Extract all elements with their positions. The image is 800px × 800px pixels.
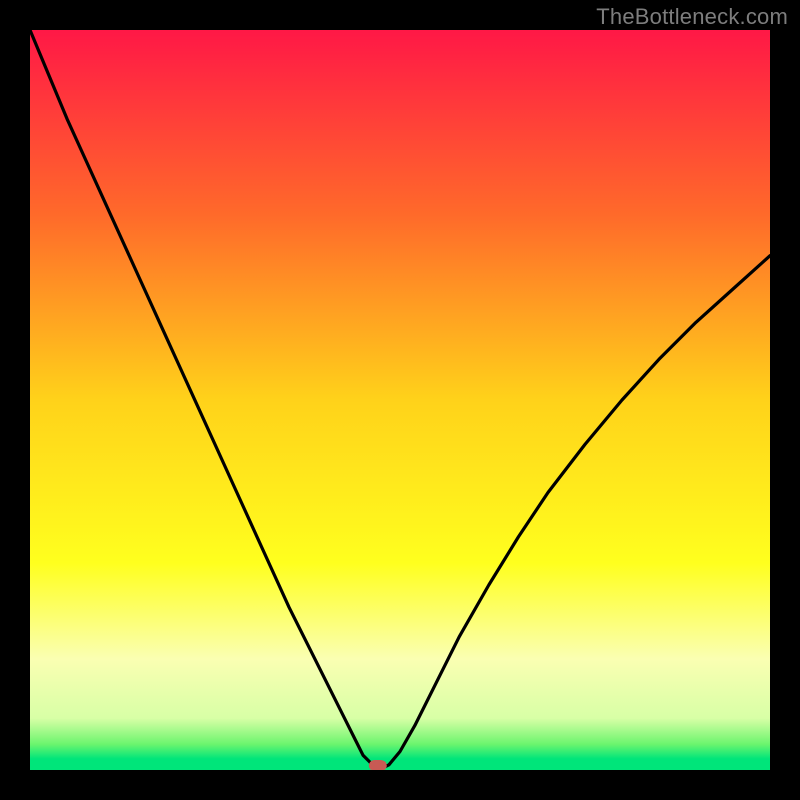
watermark-text: TheBottleneck.com <box>596 4 788 30</box>
plot-area <box>30 30 770 770</box>
chart-frame: TheBottleneck.com <box>0 0 800 800</box>
gradient-background <box>30 30 770 770</box>
bottleneck-chart <box>30 30 770 770</box>
optimal-marker <box>369 760 387 770</box>
